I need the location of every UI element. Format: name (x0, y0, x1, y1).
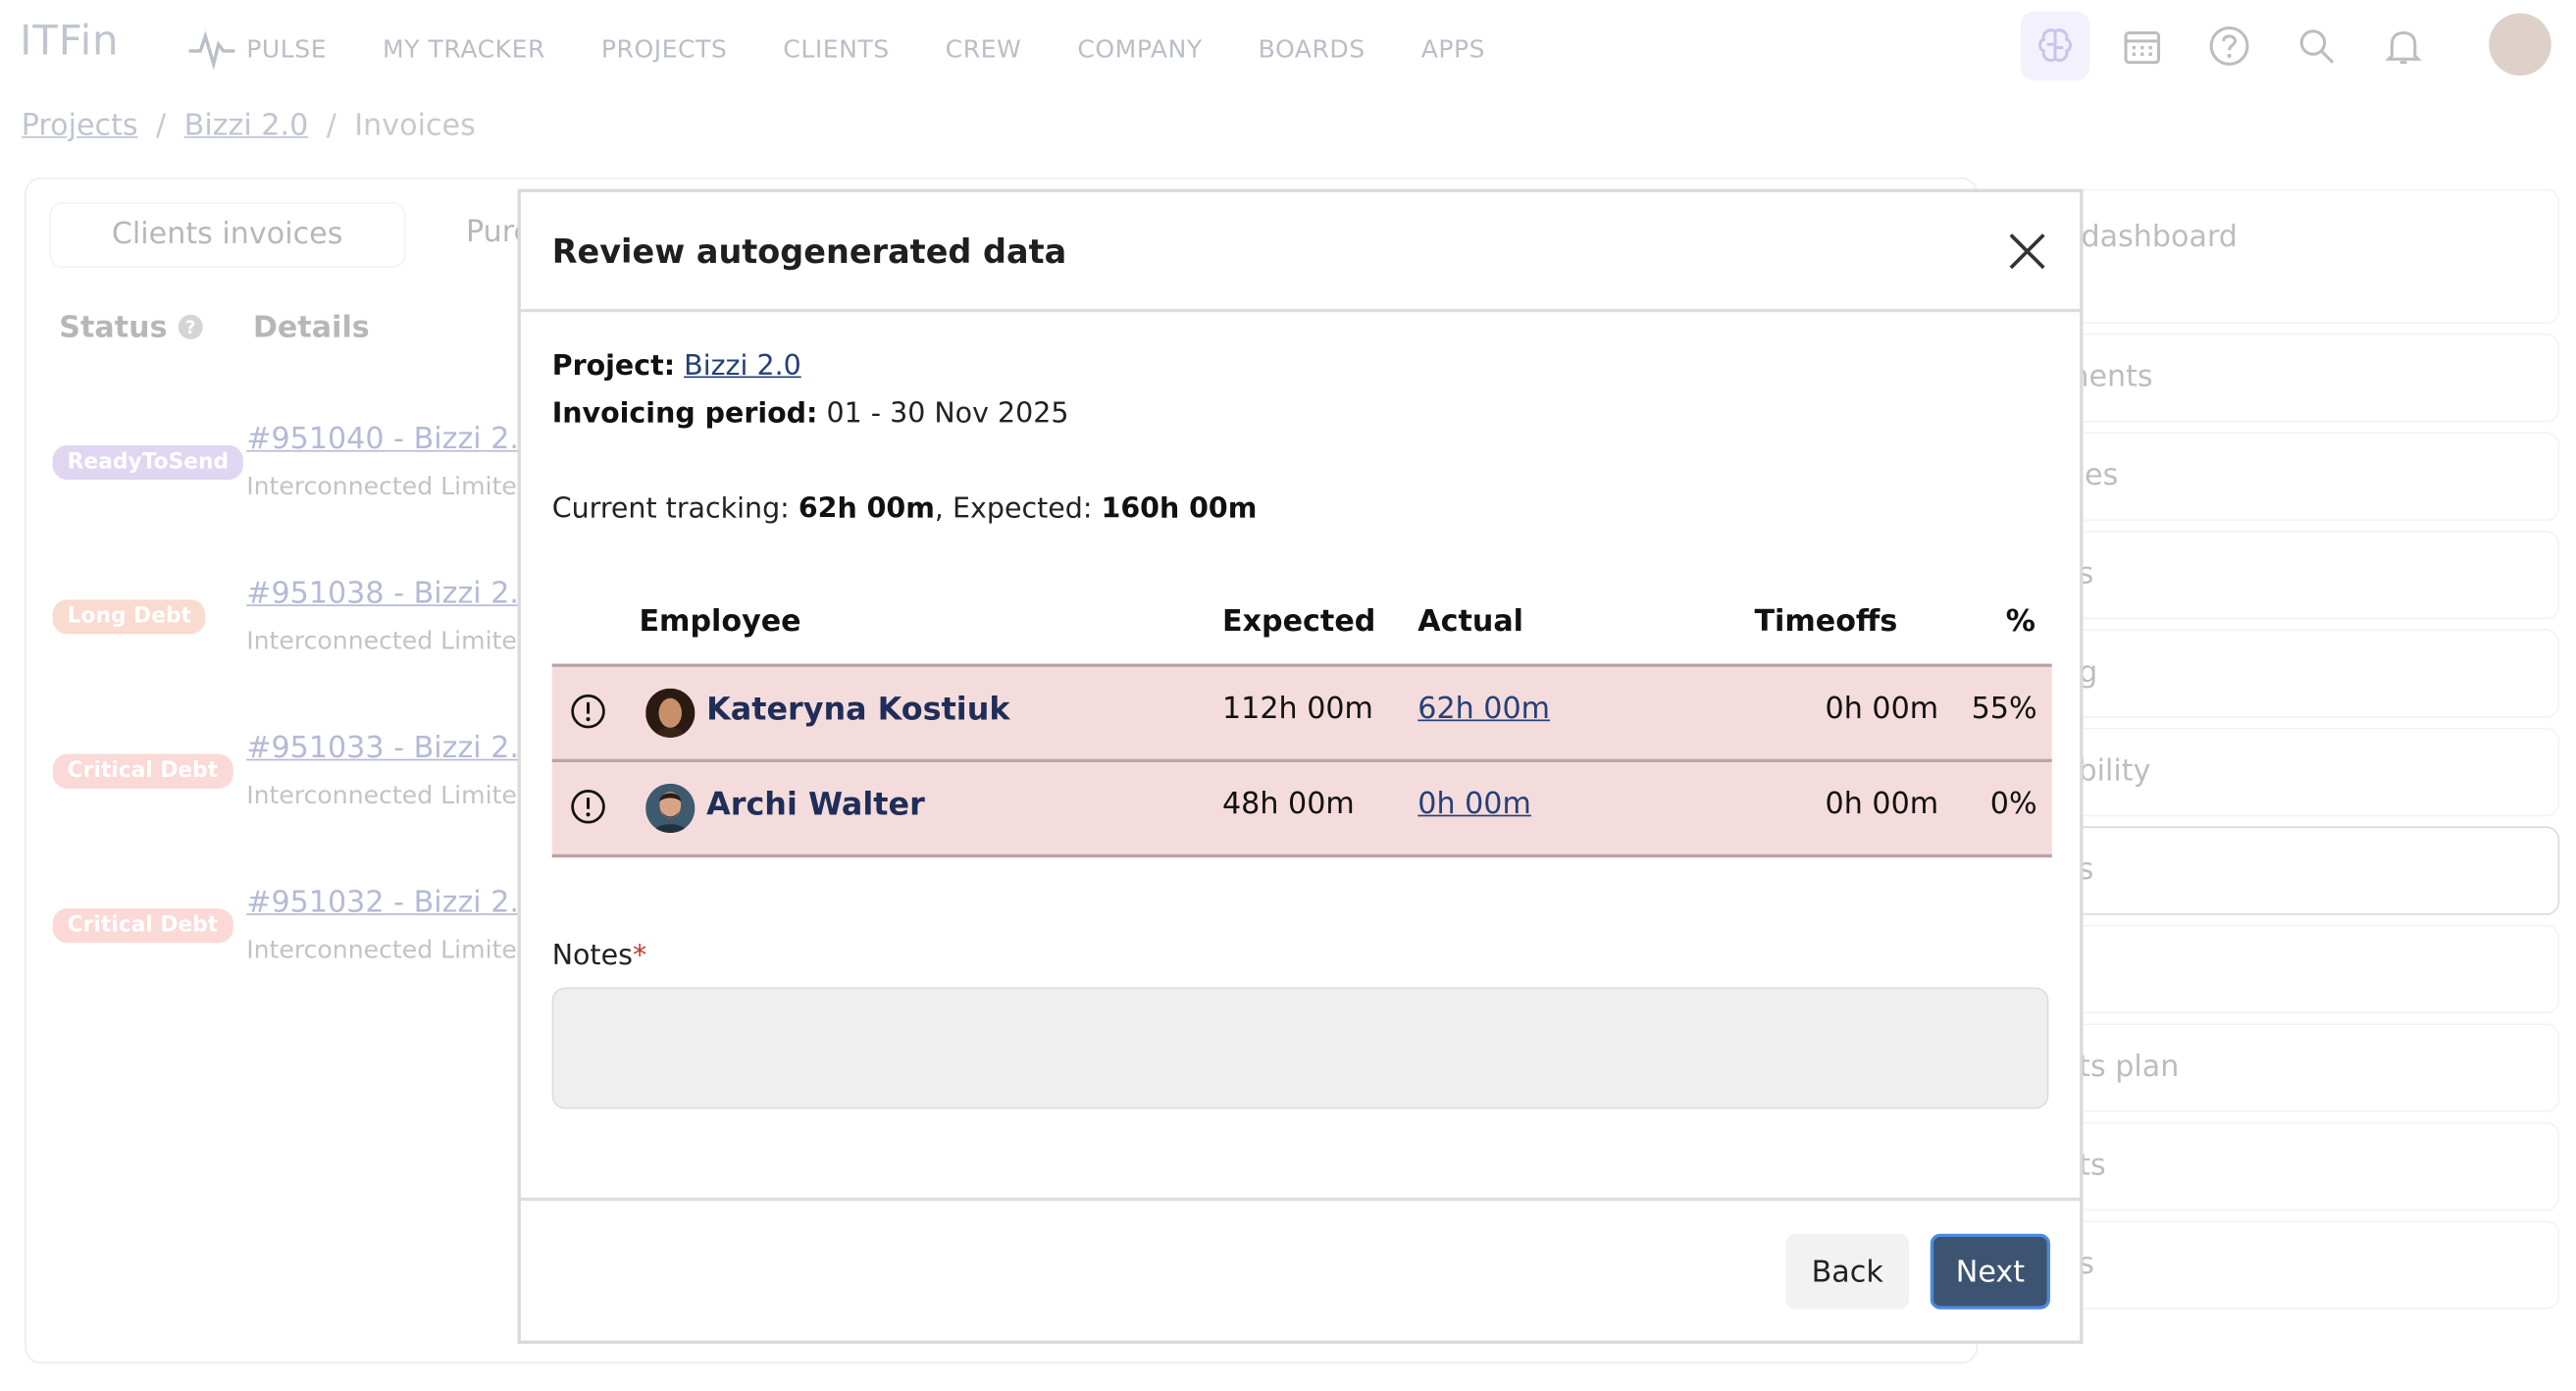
calendar-icon[interactable] (2108, 12, 2177, 80)
status-badge: Critical Debt (52, 908, 233, 944)
notes-field[interactable] (551, 987, 2049, 1109)
employee-avatar (645, 783, 696, 834)
invoice-link[interactable]: #951032 - Bizzi 2.0 (246, 886, 538, 920)
breadcrumb-separator: / (326, 108, 336, 143)
review-dialog: Review autogenerated data Project: Bizzi… (517, 188, 2084, 1344)
help-icon[interactable] (2194, 12, 2263, 80)
column-timeoffs: Timeoffs (1754, 604, 1898, 640)
nav-clients[interactable]: CLIENTS (783, 34, 889, 64)
expected-value: 160h 00m (1101, 492, 1258, 526)
timeoffs-hours: 0h 00m (1825, 787, 1939, 822)
timeoffs-hours: 0h 00m (1825, 692, 1939, 727)
employees-table: Employee Expected Actual Timeoffs % Kate… (551, 594, 2052, 858)
close-icon[interactable] (2006, 230, 2049, 273)
notes-label-text: Notes (551, 939, 633, 973)
actual-hours-link[interactable]: 0h 00m (1417, 787, 1531, 821)
invoice-link[interactable]: #951038 - Bizzi 2.0 (246, 577, 538, 611)
employee-name-link[interactable]: Kateryna Kostiuk (706, 692, 1009, 728)
expected-hours: 112h 00m (1221, 692, 1373, 727)
help-icon[interactable]: ? (178, 314, 204, 340)
bell-icon[interactable] (2369, 12, 2438, 80)
next-button[interactable]: Next (1930, 1233, 2051, 1310)
status-column-header: Status ? (59, 311, 204, 345)
invoice-link[interactable]: #951040 - Bizzi 2.0 (246, 422, 538, 456)
nav-label: PULSE (246, 34, 328, 65)
status-badge: ReadyToSend (52, 444, 244, 481)
back-button[interactable]: Back (1785, 1233, 1910, 1310)
nav-my-tracker[interactable]: MY TRACKER (383, 34, 545, 64)
invoice-client: Interconnected Limited (246, 780, 533, 810)
invoice-client: Interconnected Limited (246, 934, 533, 965)
tracking-value: 62h 00m (798, 492, 935, 526)
dialog-header: Review autogenerated data (520, 192, 2081, 313)
required-marker: * (632, 939, 647, 973)
side-menu-label: t dashboard (2060, 220, 2238, 255)
employee-name-link[interactable]: Archi Walter (706, 787, 925, 823)
invoice-link[interactable]: #951033 - Bizzi 2.0 (246, 731, 538, 765)
invoice-client: Interconnected Limited (246, 471, 533, 501)
status-header-label: Status (59, 310, 168, 345)
top-navigation: ITFin PULSE MY TRACKER PROJECTS CLIENTS … (0, 0, 2576, 92)
column-employee: Employee (639, 604, 801, 640)
status-badge: Long Debt (52, 599, 207, 635)
project-label: Project: (551, 349, 676, 384)
expected-hours: 48h 00m (1221, 787, 1355, 822)
notes-label: Notes* (552, 940, 646, 972)
actual-hours-link[interactable]: 62h 00m (1417, 692, 1550, 726)
column-percent: % (2005, 604, 2035, 640)
breadcrumb: Projects / Bizzi 2.0 / Invoices (22, 109, 476, 143)
nav-crew[interactable]: CREW (946, 34, 1022, 64)
nav-pulse[interactable]: PULSE (187, 29, 328, 70)
dialog-footer: Back Next (520, 1197, 2081, 1344)
percent-value: 55% (1971, 692, 2037, 727)
column-actual: Actual (1417, 604, 1524, 640)
table-row: Archi Walter 48h 00m 0h 00m 0h 00m 0% (551, 762, 2052, 858)
project-link[interactable]: Bizzi 2.0 (684, 350, 801, 383)
percent-value: 0% (1989, 787, 2037, 822)
user-avatar[interactable] (2489, 13, 2551, 77)
nav-projects[interactable]: PROJECTS (601, 34, 728, 64)
brain-icon[interactable] (2020, 11, 2090, 81)
nav-apps[interactable]: APPS (1421, 34, 1485, 64)
project-line: Project: Bizzi 2.0 (552, 350, 801, 383)
table-header: Employee Expected Actual Timeoffs % (551, 594, 2052, 667)
breadcrumb-projects[interactable]: Projects (22, 109, 138, 143)
nav-company[interactable]: COMPANY (1077, 34, 1202, 64)
column-expected: Expected (1221, 604, 1376, 640)
breadcrumb-separator: / (156, 108, 167, 143)
app-logo[interactable]: ITFin (20, 17, 119, 65)
warning-icon (571, 790, 605, 824)
period-value: 01 - 30 Nov 2025 (826, 397, 1069, 431)
period-line: Invoicing period: 01 - 30 Nov 2025 (552, 397, 1069, 430)
nav-boards[interactable]: BOARDS (1259, 34, 1365, 64)
tab-clients-invoices[interactable]: Clients invoices (49, 201, 406, 268)
breadcrumb-project[interactable]: Bizzi 2.0 (184, 109, 309, 143)
side-menu-sublabel: .0 (2060, 261, 2557, 290)
employee-avatar (645, 688, 696, 738)
svg-text:?: ? (185, 318, 196, 338)
details-column-header: Details (252, 310, 370, 345)
search-icon[interactable] (2282, 12, 2350, 80)
table-row: Kateryna Kostiuk 112h 00m 62h 00m 0h 00m… (551, 666, 2052, 763)
status-badge: Critical Debt (52, 753, 233, 789)
pulse-icon (188, 30, 235, 70)
dialog-title: Review autogenerated data (551, 232, 1067, 272)
tracking-label: Current tracking: (551, 492, 790, 526)
expected-label: , Expected: (934, 492, 1093, 526)
tracking-summary: Current tracking: 62h 00m, Expected: 160… (552, 492, 1258, 525)
invoice-client: Interconnected Limited (246, 626, 533, 656)
period-label: Invoicing period: (551, 397, 818, 431)
breadcrumb-current: Invoices (354, 108, 476, 143)
warning-icon (571, 694, 605, 729)
